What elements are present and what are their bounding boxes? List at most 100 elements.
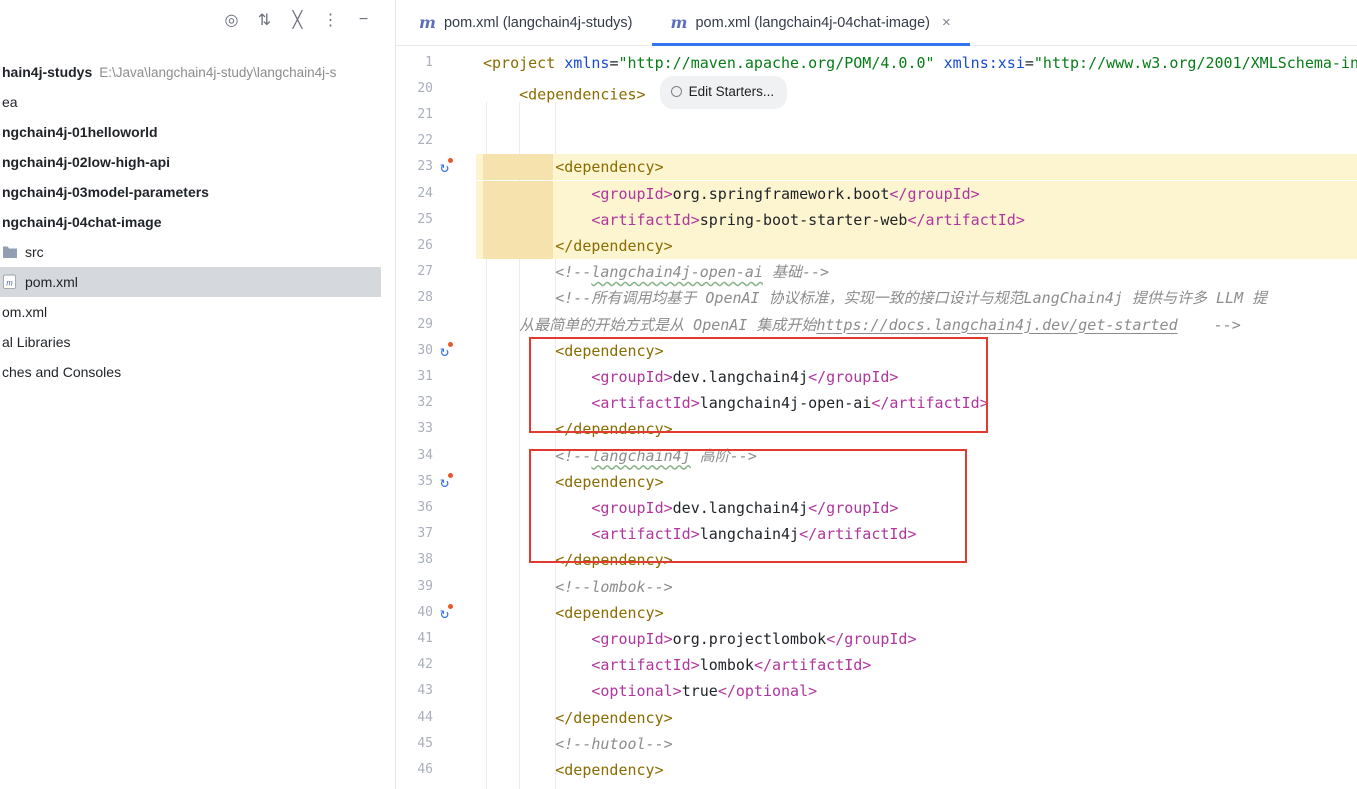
more-options-icon[interactable]: ⋮ (321, 9, 340, 31)
code-token: <!--lombok--> (555, 578, 672, 596)
code-text: <dependency> (483, 757, 664, 783)
tab-close-icon[interactable]: × (942, 14, 951, 31)
code-token (483, 289, 555, 307)
line-number[interactable]: 28 (396, 285, 433, 311)
maven-reload-icon[interactable]: ↻ (440, 600, 449, 626)
code-line-27[interactable]: 27 <!--langchain4j-open-ai 基础--> (396, 259, 1357, 286)
code-token: xmlns:xsi (944, 54, 1025, 72)
line-number[interactable]: 41 (396, 626, 433, 652)
line-number[interactable]: 43 (396, 678, 433, 704)
tree-item-pom-xml[interactable]: mpom.xml (0, 267, 381, 297)
maven-icon: m (419, 13, 436, 32)
line-number[interactable]: 25 (396, 207, 433, 233)
line-number[interactable]: 31 (396, 364, 433, 390)
code-token: true (682, 682, 718, 700)
maven-reload-icon[interactable]: ↻ (440, 338, 449, 364)
line-number[interactable]: 29 (396, 312, 433, 338)
line-number[interactable]: 27 (396, 259, 433, 285)
code-line-30[interactable]: 30↻ <dependency> (396, 338, 1357, 365)
line-number[interactable]: 32 (396, 390, 433, 416)
collapse-all-icon[interactable]: ╳ (288, 9, 307, 31)
line-number[interactable]: 23 (396, 154, 433, 180)
expand-collapse-icon[interactable]: ⇅ (255, 9, 274, 31)
tree-item-ngchain4j-04chat-image[interactable]: ngchain4j-04chat-image (0, 207, 395, 237)
code-line-28[interactable]: 28 <!--所有调用均基于 OpenAI 协议标准，实现一致的接口设计与规范L… (396, 285, 1357, 312)
tree-item-ngchain4j-02low-high-api[interactable]: ngchain4j-02low-high-api (0, 147, 395, 177)
code-line-26[interactable]: 26 </dependency> (396, 233, 1357, 260)
line-number[interactable]: 22 (396, 128, 433, 154)
tree-item-ea[interactable]: ea (0, 87, 395, 117)
tree-item-src[interactable]: src (0, 237, 395, 267)
code-token: </dependency> (555, 709, 672, 727)
code-line-29[interactable]: 29 从最简单的开始方式是从 OpenAI 集成开始https://docs.l… (396, 312, 1357, 339)
code-line-42[interactable]: 42 <artifactId>lombok</artifactId> (396, 652, 1357, 679)
panel-toolbar: ◎ ⇅ ╳ ⋮− (222, 9, 373, 31)
editor-tab-1[interactable]: mpom.xml (langchain4j-04chat-image)× (652, 0, 970, 45)
line-number[interactable]: 40 (396, 600, 433, 626)
code-line-37[interactable]: 37 <artifactId>langchain4j</artifactId> (396, 521, 1357, 548)
tree-item-om-xml[interactable]: om.xml (0, 297, 395, 327)
line-number[interactable]: 37 (396, 521, 433, 547)
tree-item-al-libraries[interactable]: al Libraries (0, 327, 395, 357)
line-number[interactable]: 46 (396, 757, 433, 783)
code-line-20[interactable]: 20 <dependencies>Edit Starters... (396, 76, 1357, 103)
code-line-36[interactable]: 36 <groupId>dev.langchain4j</groupId> (396, 495, 1357, 522)
code-line-38[interactable]: 38 </dependency> (396, 547, 1357, 574)
code-token (483, 237, 555, 255)
code-token: "http://www.w3.org/2001/XMLSchema-in (1034, 54, 1357, 72)
line-number[interactable]: 21 (396, 102, 433, 128)
maven-reload-icon[interactable]: ↻ (440, 469, 449, 495)
tree-item-label: pom.xml (25, 274, 78, 290)
tree-item-ches-and-consoles[interactable]: ches and Consoles (0, 357, 395, 387)
code-line-40[interactable]: 40↻ <dependency> (396, 600, 1357, 627)
locate-file-icon[interactable]: ◎ (222, 9, 241, 31)
line-number[interactable]: 24 (396, 181, 433, 207)
line-number[interactable]: 39 (396, 574, 433, 600)
code-line-21[interactable]: 21 (396, 102, 1357, 129)
line-number[interactable]: 42 (396, 652, 433, 678)
code-token: langchain4j-open-ai (700, 394, 872, 412)
code-line-33[interactable]: 33 </dependency> (396, 416, 1357, 443)
code-line-34[interactable]: 34 <!--langchain4j 高阶--> (396, 443, 1357, 470)
line-number[interactable]: 45 (396, 731, 433, 757)
code-line-35[interactable]: 35↻ <dependency> (396, 469, 1357, 496)
line-number[interactable]: 20 (396, 76, 433, 102)
line-number[interactable]: 34 (396, 443, 433, 469)
code-line-31[interactable]: 31 <groupId>dev.langchain4j</groupId> (396, 364, 1357, 391)
code-token (483, 578, 555, 596)
code-token (483, 420, 555, 438)
code-line-23[interactable]: 23↻ <dependency> (396, 154, 1357, 181)
line-number[interactable]: 30 (396, 338, 433, 364)
line-number[interactable]: 36 (396, 495, 433, 521)
code-token (483, 656, 591, 674)
code-text: </dependency> (483, 547, 673, 573)
line-number[interactable]: 38 (396, 547, 433, 573)
tree-item-ngchain4j-03model-parameters[interactable]: ngchain4j-03model-parameters (0, 177, 395, 207)
tree-item-ngchain4j-01helloworld[interactable]: ngchain4j-01helloworld (0, 117, 395, 147)
code-line-39[interactable]: 39 <!--lombok--> (396, 574, 1357, 601)
hide-panel-icon[interactable]: − (354, 9, 373, 31)
code-line-22[interactable]: 22 (396, 128, 1357, 155)
code-token: <dependency> (555, 761, 663, 779)
code-line-32[interactable]: 32 <artifactId>langchain4j-open-ai</arti… (396, 390, 1357, 417)
maven-reload-icon[interactable]: ↻ (440, 154, 449, 180)
tree-root-item[interactable]: hain4j-studys E:\Java\langchain4j-study\… (0, 57, 395, 87)
code-line-45[interactable]: 45 <!--hutool--> (396, 731, 1357, 758)
code-line-41[interactable]: 41 <groupId>org.projectlombok</groupId> (396, 626, 1357, 653)
line-number[interactable]: 35 (396, 469, 433, 495)
code-token: </artifactId> (799, 525, 916, 543)
editor-tab-0[interactable]: mpom.xml (langchain4j-studys) (400, 0, 652, 45)
tree-item-label: om.xml (2, 304, 47, 320)
code-editor[interactable]: 1<project xmlns="http://maven.apache.org… (396, 46, 1357, 789)
code-token: <!-- (555, 263, 591, 281)
code-line-43[interactable]: 43 <optional>true</optional> (396, 678, 1357, 705)
code-line-44[interactable]: 44 </dependency> (396, 705, 1357, 732)
line-number[interactable]: 1 (396, 50, 433, 76)
line-number[interactable]: 33 (396, 416, 433, 442)
code-line-24[interactable]: 24 <groupId>org.springframework.boot</gr… (396, 181, 1357, 208)
line-number[interactable]: 44 (396, 705, 433, 731)
code-line-46[interactable]: 46 <dependency> (396, 757, 1357, 784)
code-line-1[interactable]: 1<project xmlns="http://maven.apache.org… (396, 50, 1357, 77)
line-number[interactable]: 26 (396, 233, 433, 259)
code-line-25[interactable]: 25 <artifactId>spring-boot-starter-web</… (396, 207, 1357, 234)
